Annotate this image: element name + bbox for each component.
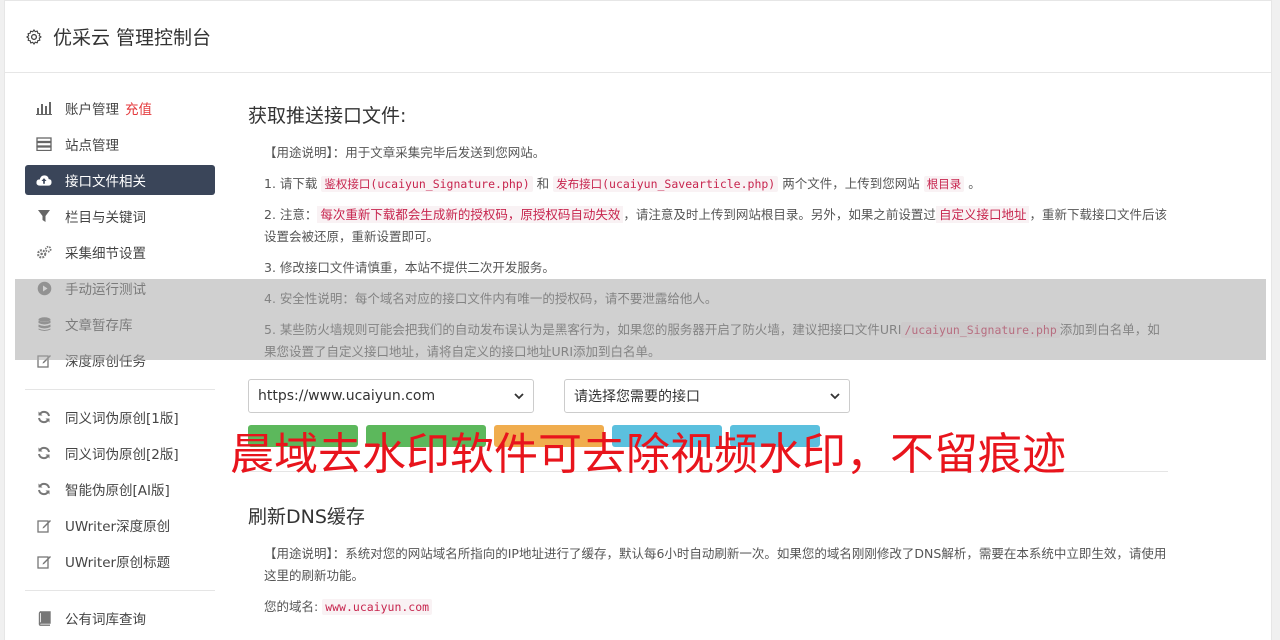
gear-icon — [26, 28, 42, 45]
sidebar-divider — [25, 389, 215, 390]
sidebar-item-synonym-v1[interactable]: 同义词伪原创[1版] — [25, 402, 215, 432]
instruction-3: 3. 修改接口文件请慎重，本站不提供二次开发服务。 — [264, 260, 555, 275]
section-title-dns: 刷新DNS缓存 — [248, 506, 365, 528]
savearticle-download-link[interactable]: 发布接口(ucaiyun_Savearticle.php) — [553, 176, 779, 192]
console-card: 优采云 管理控制台 账户管理 充值 站点管理 接口文件相关 栏目与关键词 采集细… — [4, 0, 1272, 640]
dns-usage-note: 【用途说明】：系统对您的网站域名所指向的IP地址进行了缓存，默认每6小时自动刷新… — [264, 546, 1167, 583]
sidebar-item-collect-settings[interactable]: 采集细节设置 — [25, 237, 215, 267]
recharge-link[interactable]: 充值 — [125, 98, 152, 118]
chevron-down-icon — [830, 393, 840, 400]
sidebar-item-uwriter-title[interactable]: UWriter原创标题 — [25, 546, 215, 576]
domain-row: 您的域名: www.ucaiyun.com — [248, 596, 1168, 618]
sidebar-item-public-thesaurus[interactable]: 公有词库查询 — [25, 603, 215, 633]
sidebar-divider — [25, 590, 215, 591]
signature-uri-code: /ucaiyun_Signature.php — [901, 322, 1060, 338]
sidebar-item-columns-keywords[interactable]: 栏目与关键词 — [25, 201, 215, 231]
book-icon — [36, 610, 52, 626]
top-bar: 优采云 管理控制台 — [5, 1, 1271, 73]
filter-icon — [36, 208, 52, 224]
cogs-icon — [36, 244, 52, 260]
custom-api-highlight: 自定义接口地址 — [935, 206, 1030, 223]
sidebar-item-label: 账户管理 — [65, 102, 119, 118]
sidebar-item-label: 同义词伪原创[1版] — [65, 411, 179, 427]
action-button-5[interactable] — [730, 425, 820, 447]
bar-chart-icon — [36, 100, 52, 116]
section-divider — [248, 471, 1168, 472]
refresh-icon — [36, 445, 52, 461]
text: 。 — [968, 176, 981, 191]
edit-icon — [36, 553, 52, 569]
sidebar-item-label: UWriter深度原创 — [65, 519, 171, 535]
sidebar-item-account[interactable]: 账户管理 充值 — [25, 93, 215, 123]
instruction-1: 1. 请下载 鉴权接口(ucaiyun_Signature.php) 和 发布接… — [248, 173, 1168, 195]
page-title: 优采云 管理控制台 — [53, 27, 212, 49]
text: 和 — [536, 176, 550, 191]
refresh-icon — [36, 481, 52, 497]
usage-note: 【用途说明】：用于文章采集完毕后发送到您网站。 — [264, 145, 546, 160]
sidebar-item-ai-rewrite[interactable]: 智能伪原创[AI版] — [25, 474, 215, 504]
text: 两个文件，上传到您网站 — [782, 176, 920, 191]
cloud-upload-icon — [36, 172, 52, 188]
sidebar-item-label: UWriter原创标题 — [65, 555, 171, 571]
sidebar-item-uwriter-deep[interactable]: UWriter深度原创 — [25, 510, 215, 540]
sidebar-item-sites[interactable]: 站点管理 — [25, 129, 215, 159]
api-select-value: 请选择您需要的接口 — [574, 389, 700, 405]
root-dir-code: 根目录 — [923, 176, 965, 192]
api-select[interactable]: 请选择您需要的接口 — [564, 379, 850, 413]
domain-value: www.ucaiyun.com — [322, 599, 433, 615]
sidebar-item-label: 公有词库查询 — [65, 612, 146, 628]
instruction-2: 2. 注意： 每次重新下载都会生成新的授权码，原授权码自动失效 ，请注意及时上传到网… — [248, 204, 1168, 248]
site-select[interactable]: https://www.ucaiyun.com — [248, 379, 534, 413]
play-circle-icon — [36, 280, 52, 296]
sidebar-item-api-files[interactable]: 接口文件相关 — [25, 165, 215, 195]
sidebar-item-label: 文章暂存库 — [65, 318, 133, 334]
sidebar-item-label: 深度原创任务 — [65, 354, 146, 370]
database-icon — [36, 316, 52, 332]
sidebar-item-article-store[interactable]: 文章暂存库 — [25, 309, 215, 339]
text: 5. 某些防火墙规则可能会把我们的自动发布误认为是黑客行为，如果您的服务器开启了… — [264, 322, 902, 337]
sidebar-item-label: 站点管理 — [65, 138, 119, 154]
sidebar-item-deep-original[interactable]: 深度原创任务 — [25, 345, 215, 375]
signature-download-link[interactable]: 鉴权接口(ucaiyun_Signature.php) — [321, 176, 533, 192]
sidebar-item-label: 智能伪原创[AI版] — [65, 483, 170, 499]
domain-label: 您的域名: — [264, 599, 319, 614]
sidebar-item-manual-test[interactable]: 手动运行测试 — [25, 273, 215, 303]
action-button-2[interactable] — [366, 425, 486, 447]
instruction-4: 4. 安全性说明：每个域名对应的接口文件内有唯一的授权码，请不要泄露给他人。 — [264, 291, 718, 306]
chevron-down-icon — [514, 393, 524, 400]
action-button-3[interactable] — [494, 425, 604, 447]
sidebar-item-label: 手动运行测试 — [65, 282, 146, 298]
instruction-5: 5. 某些防火墙规则可能会把我们的自动发布误认为是黑客行为，如果您的服务器开启了… — [248, 319, 1168, 363]
sidebar-item-synonym-v2[interactable]: 同义词伪原创[2版] — [25, 438, 215, 468]
refresh-icon — [36, 409, 52, 425]
action-button-row — [248, 425, 1168, 447]
sidebar-item-label: 栏目与关键词 — [65, 210, 146, 226]
server-icon — [36, 136, 52, 152]
site-select-value: https://www.ucaiyun.com — [258, 388, 436, 404]
select-row: https://www.ucaiyun.com 请选择您需要的接口 — [248, 379, 1168, 413]
text: 2. 注意： — [264, 207, 318, 222]
edit-icon — [36, 517, 52, 533]
sidebar-item-label: 同义词伪原创[2版] — [65, 447, 179, 463]
sidebar: 账户管理 充值 站点管理 接口文件相关 栏目与关键词 采集细节设置 手动运行测试… — [25, 93, 215, 639]
warning-highlight: 每次重新下载都会生成新的授权码，原授权码自动失效 — [317, 206, 624, 223]
main-content: 获取推送接口文件: 【用途说明】：用于文章采集完毕后发送到您网站。 1. 请下载… — [248, 101, 1168, 627]
text: 1. 请下载 — [264, 176, 318, 191]
action-button-4[interactable] — [612, 425, 722, 447]
sidebar-item-label: 接口文件相关 — [65, 174, 146, 190]
sidebar-item-label: 采集细节设置 — [65, 246, 146, 262]
text: ，请注意及时上传到网站根目录。另外，如果之前设置过 — [623, 207, 936, 222]
action-button-1[interactable] — [248, 425, 358, 447]
edit-icon — [36, 352, 52, 368]
section-title-api-files: 获取推送接口文件: — [248, 105, 407, 127]
